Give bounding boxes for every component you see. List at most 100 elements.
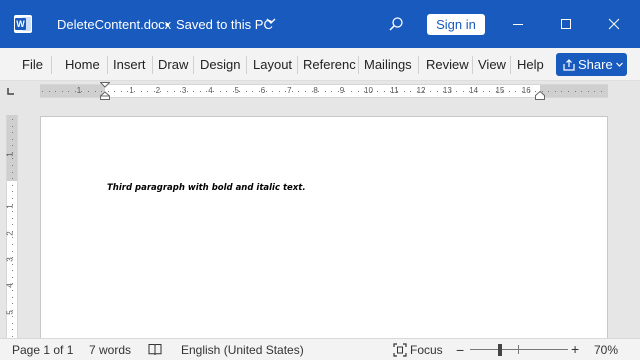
ruler-tick (55, 90, 57, 92)
ruler-number: 1 (129, 86, 134, 95)
page-count[interactable]: Page 1 of 1 (12, 343, 73, 357)
zoom-slider-thumb[interactable] (498, 344, 502, 356)
chevron-down-icon[interactable] (264, 14, 278, 28)
ruler-number: 3 (5, 257, 15, 262)
title-separator: • (165, 17, 170, 32)
ruler-tick (278, 90, 280, 92)
tab-divider (246, 56, 247, 74)
share-button[interactable]: Share (556, 53, 627, 76)
ruler-tick (587, 90, 589, 92)
ruler-number: 1 (76, 86, 82, 95)
document-title[interactable]: DeleteContent.docx (57, 17, 171, 32)
tab-divider (297, 56, 298, 74)
chevron-down-icon (616, 62, 623, 67)
ruler-tick (403, 90, 405, 92)
ruler-tick (594, 90, 596, 92)
ruler-tick (219, 90, 221, 92)
ruler-tick (561, 90, 563, 92)
ruler-tick (11, 211, 13, 213)
tab-divider (418, 56, 419, 74)
document-page[interactable]: Third paragraph with bold and italic tex… (40, 116, 608, 342)
ruler-tick (11, 316, 13, 318)
ruler-tick (252, 90, 254, 92)
ruler-tick (331, 90, 333, 92)
ruler-tick (120, 90, 122, 92)
ruler-number: 7 (287, 86, 292, 95)
paragraph-text[interactable]: Third paragraph with bold and italic tex… (107, 183, 306, 193)
tab-design[interactable]: Design (200, 48, 240, 81)
search-icon[interactable] (388, 16, 404, 32)
vertical-ruler[interactable]: 1 1 2 3 4 5 (6, 115, 18, 340)
maximize-icon[interactable] (558, 16, 574, 32)
zoom-in-button[interactable]: + (571, 341, 579, 357)
tab-draw[interactable]: Draw (158, 48, 188, 81)
ruler-tick (160, 90, 162, 92)
zoom-out-button[interactable]: − (456, 342, 464, 358)
ruler-tick (11, 119, 13, 120)
tab-home[interactable]: Home (65, 48, 100, 81)
tab-mailings[interactable]: Mailings (364, 48, 412, 81)
ruler-tick (11, 132, 13, 134)
tab-insert[interactable]: Insert (113, 48, 146, 81)
ruler-tick (166, 90, 168, 92)
ruler-tick (11, 158, 13, 160)
tab-view[interactable]: View (478, 48, 506, 81)
indent-marker-icon[interactable] (99, 82, 111, 100)
tab-divider (51, 56, 52, 74)
ruler-tick (11, 178, 13, 180)
right-indent-marker-icon[interactable] (535, 89, 545, 100)
zoom-level[interactable]: 70% (594, 343, 618, 357)
ruler-number: 5 (234, 86, 239, 95)
minimize-icon[interactable] (510, 16, 526, 32)
ruler-tick (568, 90, 569, 92)
sign-in-button[interactable]: Sign in (427, 14, 485, 35)
zoom-slider-track[interactable] (470, 349, 568, 350)
ruler-tick (344, 90, 346, 92)
ruler-number: 2 (155, 86, 161, 95)
ruler-number: 9 (339, 86, 345, 95)
ruler-tick (318, 90, 320, 92)
ruler-tick (489, 90, 491, 92)
ruler-number: 13 (442, 86, 452, 95)
ruler-tick (456, 90, 458, 92)
focus-icon[interactable] (393, 343, 407, 357)
ruler-tick (186, 90, 188, 92)
save-status[interactable]: Saved to this PC (176, 17, 273, 32)
ruler-tick (147, 90, 149, 92)
ruler-number: 11 (390, 86, 399, 95)
ruler-tick (11, 335, 13, 337)
focus-label[interactable]: Focus (410, 343, 443, 357)
tab-help[interactable]: Help (517, 48, 544, 81)
ruler-tick (11, 289, 13, 291)
ruler-number: 1 (5, 204, 15, 210)
ruler-tick (245, 90, 247, 92)
proofing-book-icon[interactable] (148, 343, 162, 356)
language-status[interactable]: English (United States) (181, 343, 304, 357)
tab-stop-selector-icon[interactable] (6, 87, 15, 96)
ruler-tick (11, 224, 13, 226)
ruler-tick (226, 90, 228, 92)
word-app-icon: W (14, 15, 32, 33)
ruler-tick (140, 90, 142, 92)
close-icon[interactable] (606, 16, 622, 32)
status-bar: Page 1 of 1 7 words English (United Stat… (0, 338, 640, 360)
zoom-100-mark (518, 345, 519, 354)
ruler-tick (11, 125, 13, 127)
horizontal-ruler[interactable]: 1 1 2 3 4 5 6 7 8 9 10 11 12 13 14 15 16 (40, 82, 608, 100)
ruler-tick (239, 90, 241, 92)
ruler-tick (212, 90, 214, 92)
ruler-tick (383, 90, 385, 92)
share-icon (563, 59, 575, 71)
ruler-tick (508, 90, 510, 92)
ruler-tick (42, 90, 43, 92)
tab-references[interactable]: Referenc (303, 48, 356, 81)
ruler-tick (68, 90, 70, 92)
word-count[interactable]: 7 words (89, 343, 131, 357)
tab-review[interactable]: Review (426, 48, 469, 81)
tab-layout[interactable]: Layout (253, 48, 292, 81)
tab-file[interactable]: File (22, 48, 43, 81)
ruler-number: 2 (5, 230, 15, 236)
tab-divider (107, 56, 108, 74)
ruler-tick (61, 90, 63, 92)
ruler-number: 4 (208, 86, 213, 95)
